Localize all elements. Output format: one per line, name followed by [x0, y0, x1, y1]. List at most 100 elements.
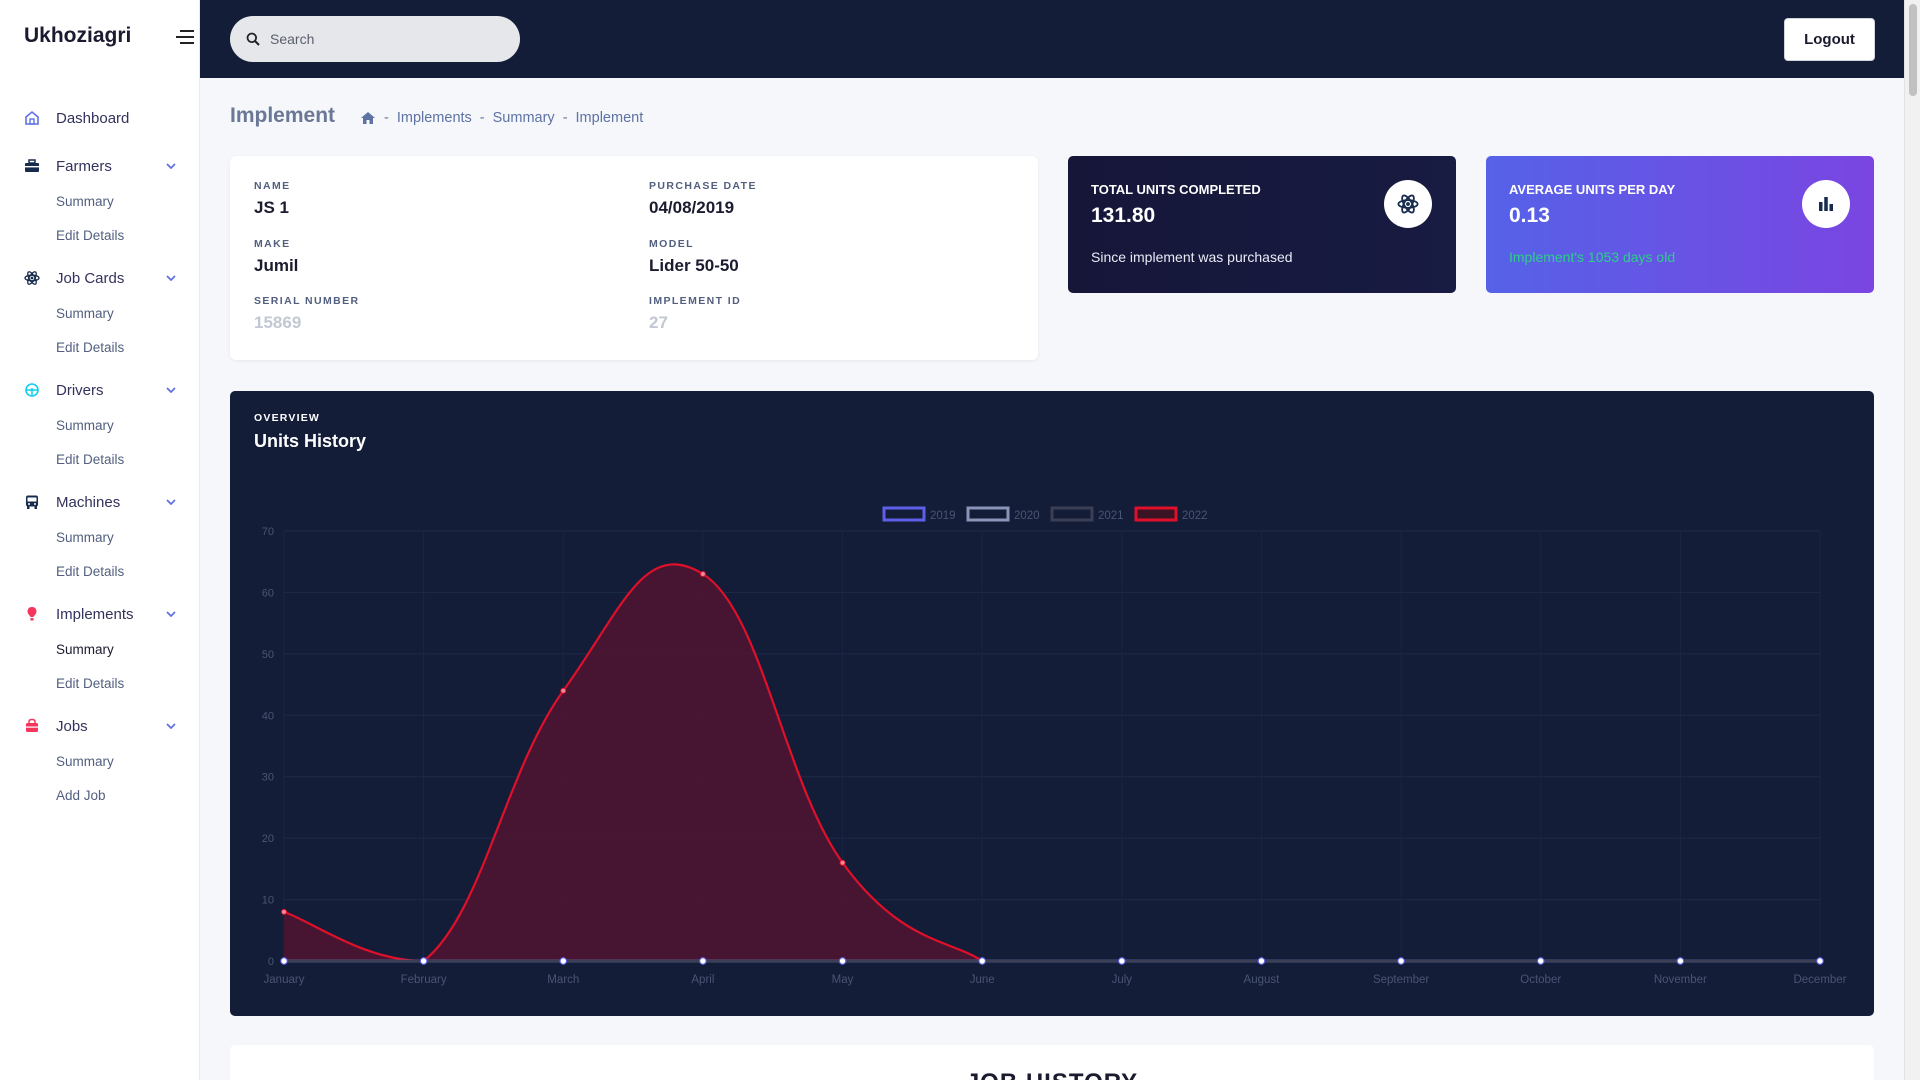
sidebar-subitem-drivers-summary[interactable]: Summary — [0, 408, 200, 442]
bar-chart-icon — [1802, 180, 1850, 228]
y-tick-label: 20 — [262, 833, 274, 845]
sidebar-subitem-job-cards-edit[interactable]: Edit Details — [0, 330, 200, 364]
breadcrumb-summary[interactable]: Summary — [493, 110, 555, 126]
data-point-2021 — [1118, 957, 1126, 965]
search-box[interactable] — [230, 16, 520, 62]
data-point-2021 — [699, 957, 707, 965]
sidebar-item-farmers[interactable]: Farmers — [0, 148, 200, 184]
field-serial-number: SERIAL NUMBER 15869 — [254, 295, 360, 333]
sidebar-subitem-farmers-summary[interactable]: Summary — [0, 184, 200, 218]
breadcrumb-separator: - — [562, 110, 568, 126]
field-value: JS 1 — [254, 198, 289, 217]
sidebar-subitem-machines-summary[interactable]: Summary — [0, 520, 200, 554]
sidebar-subitem-job-cards-summary[interactable]: Summary — [0, 296, 200, 330]
sidebar-subitem-drivers-edit[interactable]: Edit Details — [0, 442, 200, 476]
x-tick-label: June — [970, 974, 995, 986]
page-title: Implement — [230, 104, 336, 127]
breadcrumb-current: Implement — [575, 110, 644, 126]
sidebar-group-drivers: Drivers Summary Edit Details — [0, 372, 200, 476]
sidebar-subitem-implements-edit[interactable]: Edit Details — [0, 666, 200, 700]
briefcase-icon — [24, 158, 40, 174]
breadcrumb-separator: - — [384, 110, 389, 126]
chevron-down-icon[interactable] — [164, 719, 178, 733]
chevron-down-icon[interactable] — [164, 159, 178, 173]
y-tick-label: 30 — [262, 772, 274, 784]
search-input[interactable] — [270, 31, 490, 47]
sidebar-item-drivers[interactable]: Drivers — [0, 372, 200, 408]
field-label: MODEL — [649, 238, 694, 250]
data-point-2022 — [281, 908, 287, 915]
legend-swatch — [1134, 506, 1178, 522]
sidebar-group-implements: Implements Summary Edit Details — [0, 596, 200, 700]
field-label: SERIAL NUMBER — [254, 295, 360, 307]
data-point-2021 — [838, 957, 847, 965]
sidebar-group-job-cards: Job Cards Summary Edit Details — [0, 260, 200, 364]
field-implement-id: IMPLEMENT ID 27 — [649, 295, 741, 333]
sidebar-item-dashboard[interactable]: Dashboard — [0, 100, 200, 136]
brand-logo-text[interactable]: Ukhoziagri — [24, 24, 131, 48]
legend-label: 2021 — [1098, 510, 1124, 522]
field-label: PURCHASE DATE — [649, 180, 757, 192]
logout-button[interactable]: Logout — [1784, 18, 1875, 61]
sidebar-item-implements[interactable]: Implements — [0, 596, 200, 632]
y-tick-label: 50 — [262, 649, 274, 661]
chevron-down-icon[interactable] — [164, 495, 178, 509]
sidebar-item-machines[interactable]: Machines — [0, 484, 200, 520]
sidebar: Ukhoziagri Dashboard Farmers Summary Edi… — [0, 0, 200, 1080]
breadcrumb-implements[interactable]: Implements — [397, 110, 472, 126]
sidebar-item-label: Drivers — [56, 381, 104, 399]
sidebar-item-label: Implements — [56, 605, 134, 623]
sidebar-subitem-jobs-add[interactable]: Add Job — [0, 778, 200, 812]
sidebar-subitem-machines-edit[interactable]: Edit Details — [0, 554, 200, 588]
x-tick-label: May — [832, 974, 854, 986]
data-point-2021 — [1257, 957, 1266, 965]
x-tick-label: October — [1520, 974, 1561, 986]
stat-subtitle: Since implement was purchased — [1091, 249, 1293, 265]
data-point-2021 — [280, 957, 288, 965]
data-point-2022 — [699, 571, 706, 577]
data-point-2021 — [1816, 957, 1824, 965]
sidebar-group-jobs: Jobs Summary Add Job — [0, 708, 200, 812]
field-value: Jumil — [254, 256, 299, 275]
menu-toggle-icon[interactable] — [174, 30, 194, 46]
stat-title: TOTAL UNITS COMPLETED — [1091, 182, 1261, 197]
data-point-2021 — [1397, 957, 1405, 965]
legend-label: 2022 — [1182, 510, 1208, 522]
sidebar-item-jobs[interactable]: Jobs — [0, 708, 200, 744]
sidebar-group-farmers: Farmers Summary Edit Details — [0, 148, 200, 252]
sidebar-subitem-farmers-edit[interactable]: Edit Details — [0, 218, 200, 252]
sidebar-subitem-implements-summary[interactable]: Summary — [0, 632, 200, 666]
field-value: 27 — [649, 313, 668, 332]
job-history-title: JOB HISTORY — [230, 1069, 1874, 1080]
job-history-card: JOB HISTORY — [230, 1045, 1874, 1080]
scrollbar-thumb[interactable] — [1909, 4, 1917, 96]
page-scrollbar[interactable] — [1904, 0, 1920, 1080]
stat-title: AVERAGE UNITS PER DAY — [1509, 182, 1676, 197]
chevron-down-icon[interactable] — [164, 383, 178, 397]
bus-icon — [24, 494, 40, 510]
field-label: NAME — [254, 180, 291, 192]
field-make: MAKE Jumil — [254, 238, 298, 276]
stat-card-total-units: TOTAL UNITS COMPLETED 131.80 Since imple… — [1068, 156, 1456, 293]
y-tick-label: 70 — [262, 526, 274, 538]
x-tick-label: August — [1244, 974, 1281, 986]
sidebar-item-label: Jobs — [56, 717, 88, 735]
sidebar-subitem-jobs-summary[interactable]: Summary — [0, 744, 200, 778]
legend-label: 2020 — [1014, 510, 1040, 522]
legend-swatch — [1050, 506, 1094, 522]
sidebar-item-job-cards[interactable]: Job Cards — [0, 260, 200, 296]
x-tick-label: January — [264, 974, 305, 986]
home-icon[interactable] — [360, 111, 376, 125]
chevron-down-icon[interactable] — [164, 607, 178, 621]
sidebar-group-machines: Machines Summary Edit Details — [0, 484, 200, 588]
chevron-down-icon[interactable] — [164, 271, 178, 285]
atom-icon — [24, 270, 40, 286]
legend-swatch — [882, 506, 926, 522]
x-tick-label: March — [547, 974, 579, 986]
search-icon — [246, 32, 260, 46]
x-tick-label: February — [401, 974, 447, 986]
stat-card-average-units: AVERAGE UNITS PER DAY 0.13 Implement's 1… — [1486, 156, 1874, 293]
basket-icon — [24, 718, 40, 734]
field-value: 04/08/2019 — [649, 198, 735, 217]
data-point-2022 — [839, 859, 846, 866]
